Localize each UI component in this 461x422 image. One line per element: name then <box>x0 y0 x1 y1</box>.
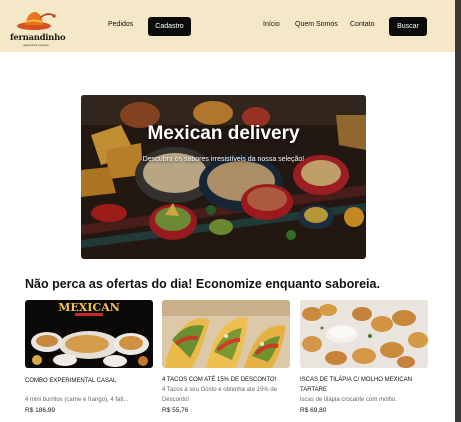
hero-food-image <box>81 95 366 259</box>
hero-subtitle: Descubra os sabores irresistíveis da nos… <box>142 156 305 163</box>
offer-price: R$ 55,76 <box>162 407 189 414</box>
offer-image-brand: MEXICAN <box>58 301 120 314</box>
offer-title: ISCAS DE TILÁPIA C/ MOLHO MEXICAN TARTAR… <box>300 377 412 393</box>
offer-image <box>300 300 428 368</box>
offer-card[interactable]: ISCAS DE TILÁPIA C/ MOLHO MEXICAN TARTAR… <box>300 300 428 415</box>
nav-pedidos[interactable]: Pedidos <box>108 21 133 28</box>
cadastro-button[interactable]: Cadastro <box>148 17 191 36</box>
offer-title: 4 TACOS COM ATÉ 15% DE DESCONTO! <box>162 377 277 383</box>
buscar-button[interactable]: Buscar <box>389 17 427 36</box>
brand-logo[interactable]: fernandinho gastronomia mexicana <box>10 7 66 47</box>
hero-title: Mexican delivery <box>147 123 300 144</box>
window-scrollbar[interactable] <box>455 0 461 422</box>
offer-card[interactable]: MEXICAN COMBO EXPERIMENTAL CASAL 4 mini … <box>25 300 153 415</box>
offer-description: Iscas de tilápia crocante com molho. <box>300 397 398 403</box>
offer-price: R$ 69,80 <box>300 407 327 414</box>
offer-image: MEXICAN <box>25 300 153 368</box>
offer-card[interactable]: 4 TACOS COM ATÉ 15% DE DESCONTO! 4 Tacos… <box>162 300 290 415</box>
offer-price: R$ 186,99 <box>25 407 55 414</box>
nav-inicio[interactable]: Início <box>263 21 280 28</box>
offer-description: 4 Tacos à seu Gosto e obtenha até 15% de… <box>162 387 277 403</box>
site-header: fernandinho gastronomia mexicana Pedidos… <box>0 0 455 52</box>
nav-quem-somos[interactable]: Quem Somos <box>295 21 338 28</box>
hero-banner: Mexican delivery Descubra os sabores irr… <box>81 95 366 259</box>
brand-name: fernandinho <box>10 33 66 43</box>
offers-heading: Não perca as ofertas do dia! Economize e… <box>25 277 380 291</box>
offer-image <box>162 300 290 368</box>
brand-tagline: gastronomia mexicana <box>23 44 49 47</box>
offer-description: 4 mini burritos (carne e frango), 4 fati… <box>25 397 129 403</box>
offer-title: COMBO EXPERIMENTAL CASAL <box>25 378 117 384</box>
nav-contato[interactable]: Contato <box>350 21 375 28</box>
